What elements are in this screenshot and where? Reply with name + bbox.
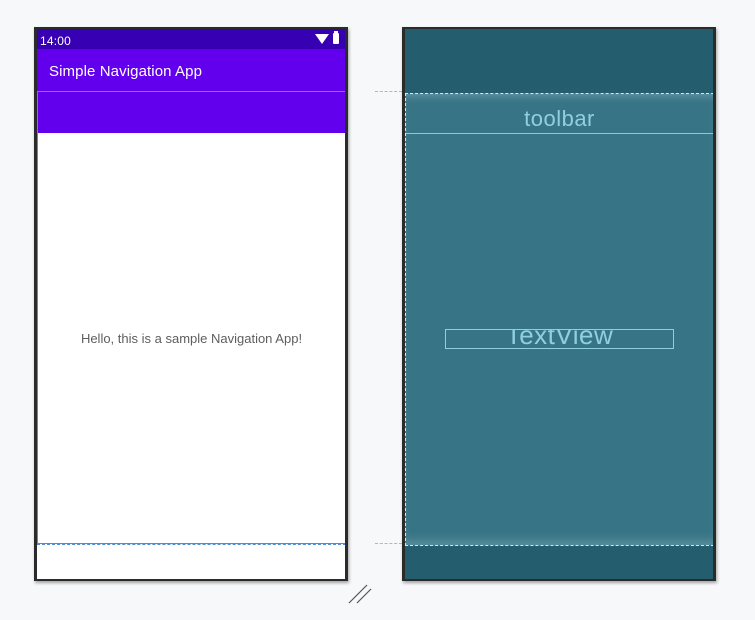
hello-textview[interactable]: Hello, this is a sample Navigation App!: [37, 331, 345, 346]
top-alignment-guide: [375, 91, 402, 92]
design-view-phone[interactable]: 14:00 Simple Navigation App Hello, this …: [34, 27, 348, 581]
layout-bottom-guide: [37, 544, 345, 545]
bottom-alignment-guide: [375, 543, 402, 544]
resize-handle-icon[interactable]: [346, 580, 374, 606]
battery-icon: [333, 31, 339, 44]
blueprint-toolbar[interactable]: toolbar: [406, 94, 713, 134]
blueprint-textview[interactable]: TextView: [445, 329, 674, 349]
app-bar[interactable]: Simple Navigation App: [37, 49, 345, 92]
wifi-icon: [315, 33, 329, 44]
status-bar: 14:00: [37, 29, 345, 49]
selected-layout-outline: [37, 91, 345, 544]
blueprint-textview-label: TextView: [505, 329, 614, 349]
status-time: 14:00: [40, 34, 72, 48]
blueprint-view[interactable]: toolbar TextView: [402, 27, 716, 581]
blueprint-toolbar-label: toolbar: [524, 106, 595, 131]
status-icons: [315, 31, 339, 44]
blueprint-layout-container[interactable]: toolbar TextView: [405, 93, 713, 546]
toolbar-component[interactable]: [37, 92, 345, 133]
app-title: Simple Navigation App: [49, 63, 203, 80]
